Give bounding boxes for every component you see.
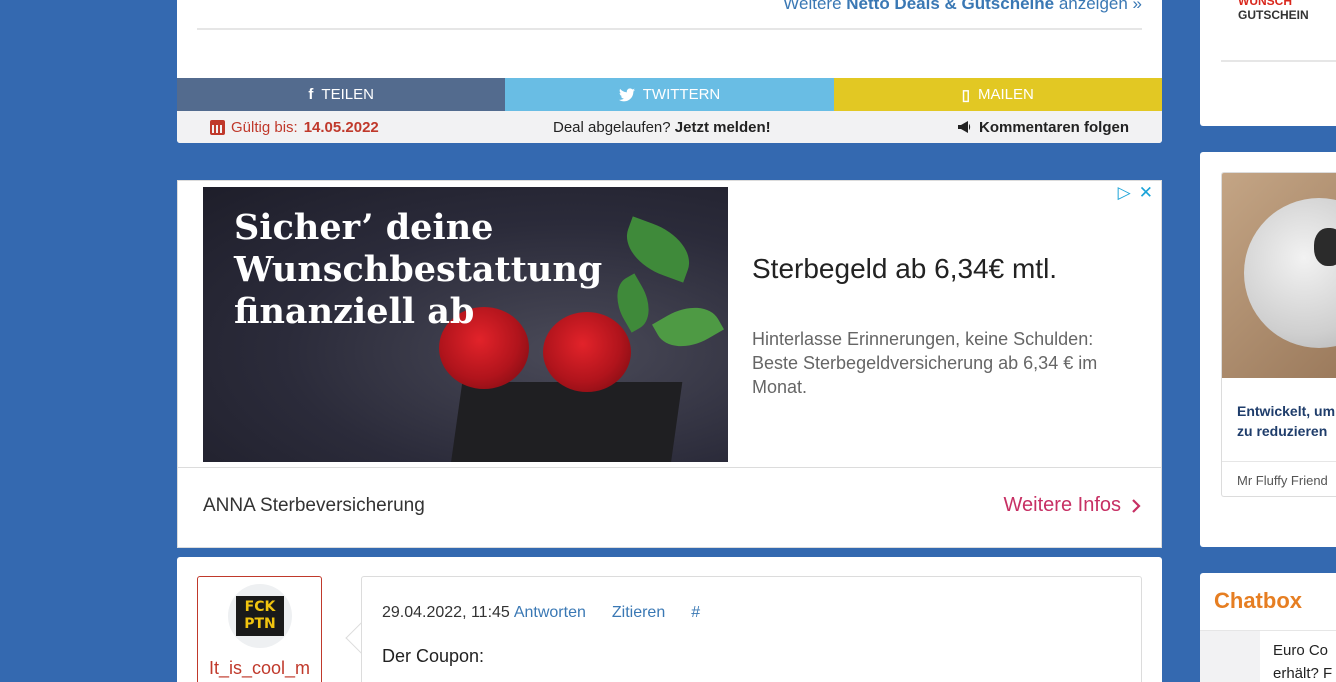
chat-message-line: erhält? F — [1273, 665, 1333, 682]
divider — [197, 28, 1142, 30]
chat-avatar — [1200, 631, 1260, 682]
deal-info-bar: Gültig bis: 14.05.2022 Deal abgelaufen? … — [177, 111, 1162, 143]
ad-cta-button[interactable]: Weitere Infos — [1004, 494, 1141, 517]
facebook-icon: f — [308, 86, 314, 103]
chevron-right-icon — [1132, 498, 1141, 513]
wunschgutschein-logo[interactable]: WUNSCH GUTSCHEIN — [1238, 0, 1309, 22]
ad-description: Hinterlasse Erinnerungen, keine Schulden… — [752, 329, 1098, 397]
valid-label: Gültig bis: — [231, 118, 298, 136]
sidebar-promo[interactable]: Entwickelt, um zu reduzieren Mr Fluffy F… — [1221, 172, 1336, 497]
comment-author[interactable]: FCK PTN It_is_cool_m — [197, 576, 322, 682]
avatar[interactable]: FCK PTN — [228, 584, 292, 648]
ad-choices: ▷ ✕ — [1118, 183, 1153, 203]
chat-message-line: Euro Co — [1273, 642, 1329, 659]
share-facebook-button[interactable]: f TEILEN — [177, 78, 506, 111]
share-facebook-label: TEILEN — [321, 86, 374, 103]
more-deals-link[interactable]: Weitere Netto Deals & Gutscheine anzeige… — [783, 0, 1142, 14]
ad-choices-icon[interactable]: ▷ — [1118, 183, 1131, 203]
follow-comments-label: Kommentaren folgen — [978, 118, 1129, 136]
promo-image-cushion — [1244, 198, 1336, 348]
follow-comments-button[interactable]: Kommentaren folgen — [957, 119, 1129, 136]
promo-title-line: zu reduzieren — [1237, 423, 1328, 439]
sidebar-promo-card: Entwickelt, um zu reduzieren Mr Fluffy F… — [1200, 152, 1336, 547]
promo-image[interactable] — [1222, 173, 1336, 378]
ad-brand: ANNA Sterbeversicherung — [203, 495, 425, 516]
share-mail-button[interactable]: ▯ MAILEN — [833, 78, 1162, 111]
report-expired-link[interactable]: Jetzt melden! — [675, 119, 771, 136]
ad-image-text-line: Sicher’ deine — [234, 207, 494, 248]
deal-expired-report: Deal abgelaufen? Jetzt melden! — [553, 119, 771, 136]
comment-text: Der Coupon: — [382, 646, 485, 666]
avatar-text: FCK — [244, 599, 276, 615]
ad-image[interactable]: Sicher’ deine Wunschbestattung finanziel… — [203, 187, 728, 462]
comment-timestamp: 29.04.2022, 11:45 — [382, 604, 510, 621]
share-mail-label: MAILEN — [978, 86, 1034, 103]
sidebar-logo-card: WUNSCH GUTSCHEIN — [1200, 0, 1336, 126]
ad-image-text-line: Wunschbestattung — [234, 249, 603, 290]
permalink[interactable]: # — [691, 604, 700, 622]
promo-source: Mr Fluffy Friend — [1237, 473, 1328, 488]
logo-text: WUNSCH — [1238, 0, 1292, 8]
ad-image-leaf — [652, 294, 724, 360]
username[interactable]: It_is_cool_m — [209, 658, 310, 679]
logo-text: GUTSCHEIN — [1238, 8, 1309, 22]
chatbox-title: Chatbox — [1214, 588, 1302, 613]
divider — [178, 467, 1161, 468]
advertisement[interactable]: Sicher’ deine Wunschbestattung finanziel… — [177, 180, 1162, 548]
ad-image-text: Sicher’ deine Wunschbestattung finanziel… — [234, 207, 602, 333]
share-bar: f TEILEN TWITTERN ▯ MAILEN — [177, 78, 1162, 111]
promo-title-line: Entwickelt, um — [1237, 403, 1336, 419]
calendar-icon — [210, 119, 225, 135]
ad-image-text-line: finanziell ab — [234, 291, 475, 332]
avatar-text: PTN — [244, 616, 276, 632]
chat-message: Euro Co erhält? F — [1273, 639, 1332, 682]
deal-card: Weitere Netto Deals & Gutscheine anzeige… — [177, 0, 1162, 143]
more-deals-prefix: Weitere — [783, 0, 847, 13]
megaphone-icon — [957, 121, 971, 133]
ad-image-leaf — [617, 216, 699, 283]
mail-icon: ▯ — [961, 86, 971, 104]
quote-link[interactable]: Zitieren — [612, 604, 665, 622]
reply-link[interactable]: Antworten — [514, 604, 586, 622]
valid-date: 14.05.2022 — [303, 118, 379, 136]
promo-image-dog — [1314, 228, 1336, 266]
ad-image-stone — [449, 382, 683, 462]
more-deals-suffix: anzeigen » — [1054, 0, 1142, 13]
chatbox: Chatbox Euro Co erhält? F — [1200, 573, 1336, 682]
divider — [1221, 60, 1336, 62]
ad-headline[interactable]: Sterbegeld ab 6,34€ mtl. — [752, 253, 1057, 285]
comment-body: 29.04.2022, 11:45 Antworten Zitieren # D… — [361, 576, 1142, 682]
promo-title[interactable]: Entwickelt, um zu reduzieren — [1237, 401, 1336, 441]
comment: FCK PTN It_is_cool_m 29.04.2022, 11:45 A… — [177, 557, 1162, 682]
ad-close-icon[interactable]: ✕ — [1139, 183, 1153, 203]
share-twitter-button[interactable]: TWITTERN — [505, 78, 834, 111]
avatar-image: FCK PTN — [236, 596, 284, 636]
more-deals-bold: Netto Deals & Gutscheine — [846, 0, 1055, 13]
ad-cta-label: Weitere Infos — [1003, 494, 1121, 516]
divider — [1222, 461, 1336, 462]
valid-until: Gültig bis: 14.05.2022 — [210, 119, 379, 136]
twitter-icon — [618, 87, 635, 101]
share-twitter-label: TWITTERN — [642, 86, 721, 103]
comment-meta: 29.04.2022, 11:45 Antworten Zitieren # — [382, 604, 700, 622]
expired-question: Deal abgelaufen? — [553, 118, 671, 136]
